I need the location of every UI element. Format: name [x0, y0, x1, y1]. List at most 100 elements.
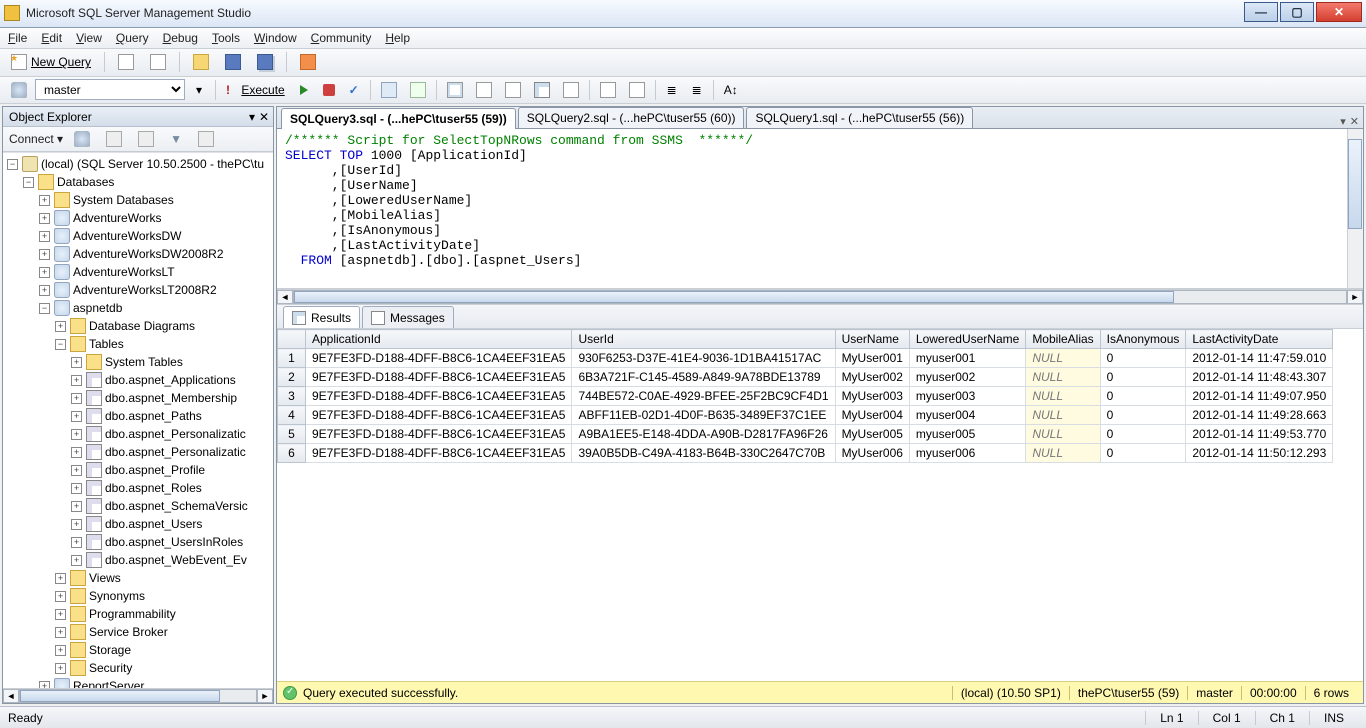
editor-vertical-scrollbar[interactable]: [1347, 129, 1363, 288]
table-row[interactable]: 39E7FE3FD-D188-4DFF-B8C6-1CA4EEF31EA5744…: [278, 387, 1333, 406]
cell[interactable]: 2012-01-14 11:49:07.950: [1186, 387, 1333, 406]
db-node[interactable]: AdventureWorksLT2008R2: [73, 283, 217, 297]
rownum-cell[interactable]: 5: [278, 425, 306, 444]
menu-view[interactable]: View: [76, 31, 102, 45]
rownum-header[interactable]: [278, 330, 306, 349]
table-node[interactable]: dbo.aspnet_Paths: [105, 409, 202, 423]
table-node[interactable]: dbo.aspnet_Personalizatic: [105, 427, 246, 441]
databases-node[interactable]: Databases: [57, 175, 114, 189]
cell[interactable]: 0: [1100, 349, 1186, 368]
execute-button[interactable]: ! Execute: [221, 79, 290, 101]
intellisense-button[interactable]: [405, 79, 431, 101]
folder-node[interactable]: Views: [89, 571, 121, 585]
folder-node[interactable]: Service Broker: [89, 625, 168, 639]
comment-button[interactable]: [595, 79, 621, 101]
oe-disconnect-button[interactable]: [101, 128, 127, 150]
cell[interactable]: NULL: [1026, 425, 1100, 444]
aspnetdb-node[interactable]: aspnetdb: [73, 301, 122, 315]
table-row[interactable]: 29E7FE3FD-D188-4DFF-B8C6-1CA4EEF31EA56B3…: [278, 368, 1333, 387]
table-node[interactable]: dbo.aspnet_UsersInRoles: [105, 535, 243, 549]
indent-less-button[interactable]: ≣: [661, 79, 683, 101]
cell[interactable]: 6B3A721F-C145-4589-A849-9A78BDE13789: [572, 368, 835, 387]
save-button[interactable]: [220, 51, 246, 73]
include-stats-button[interactable]: [471, 79, 497, 101]
cell[interactable]: myuser006: [909, 444, 1025, 463]
tab-close-button[interactable]: ✕: [1350, 115, 1359, 128]
col-loweredusername[interactable]: LoweredUserName: [909, 330, 1025, 349]
reportserver-node[interactable]: ReportServer: [73, 679, 144, 687]
scroll-left-arrow[interactable]: ◄: [3, 689, 19, 703]
menu-debug[interactable]: Debug: [163, 31, 198, 45]
cell[interactable]: 0: [1100, 387, 1186, 406]
cell[interactable]: 2012-01-14 11:50:12.293: [1186, 444, 1333, 463]
menu-edit[interactable]: Edit: [41, 31, 62, 45]
cell[interactable]: 0: [1100, 368, 1186, 387]
cell[interactable]: MyUser005: [835, 425, 909, 444]
save-all-button[interactable]: [252, 51, 278, 73]
oe-stop-button[interactable]: [133, 128, 159, 150]
server-node[interactable]: (local) (SQL Server 10.50.2500 - thePC\t…: [41, 157, 264, 171]
menu-community[interactable]: Community: [311, 31, 372, 45]
table-row[interactable]: 69E7FE3FD-D188-4DFF-B8C6-1CA4EEF31EA539A…: [278, 444, 1333, 463]
cell[interactable]: 930F6253-D37E-41E4-9036-1D1BA41517AC: [572, 349, 835, 368]
object-explorer-tree[interactable]: −(local) (SQL Server 10.50.2500 - thePC\…: [3, 152, 273, 687]
table-node[interactable]: dbo.aspnet_Membership: [105, 391, 237, 405]
cell[interactable]: NULL: [1026, 387, 1100, 406]
results-grid[interactable]: ApplicationId UserId UserName LoweredUse…: [277, 329, 1333, 463]
specify-values-button[interactable]: A↕: [719, 79, 743, 101]
oe-horizontal-scrollbar[interactable]: ◄ ►: [3, 688, 273, 704]
col-userid[interactable]: UserId: [572, 330, 835, 349]
cell[interactable]: NULL: [1026, 368, 1100, 387]
table-row[interactable]: 59E7FE3FD-D188-4DFF-B8C6-1CA4EEF31EA5A9B…: [278, 425, 1333, 444]
col-applicationid[interactable]: ApplicationId: [306, 330, 572, 349]
est-plan-button[interactable]: [376, 79, 402, 101]
tab-sqlquery2[interactable]: SQLQuery2.sql - (...hePC\tuser55 (60)): [518, 107, 745, 128]
cell[interactable]: 0: [1100, 444, 1186, 463]
cell[interactable]: 9E7FE3FD-D188-4DFF-B8C6-1CA4EEF31EA5: [306, 387, 572, 406]
system-tables-node[interactable]: System Tables: [105, 355, 183, 369]
pushpin-icon[interactable]: ▾: [249, 110, 255, 124]
rownum-cell[interactable]: 6: [278, 444, 306, 463]
cell[interactable]: myuser001: [909, 349, 1025, 368]
database-diagrams-node[interactable]: Database Diagrams: [89, 319, 195, 333]
oe-refresh2-button[interactable]: [193, 128, 219, 150]
minimize-button[interactable]: —: [1244, 2, 1278, 22]
scroll-right-arrow[interactable]: ►: [257, 689, 273, 703]
cell[interactable]: 744BE572-C0AE-4929-BFEE-25F2BC9CF4D1: [572, 387, 835, 406]
include-plan-button[interactable]: [442, 79, 468, 101]
cell[interactable]: ABFF11EB-02D1-4D0F-B635-3489EF37C1EE: [572, 406, 835, 425]
system-databases-node[interactable]: System Databases: [73, 193, 174, 207]
cell[interactable]: 2012-01-14 11:49:53.770: [1186, 425, 1333, 444]
col-username[interactable]: UserName: [835, 330, 909, 349]
cell[interactable]: MyUser002: [835, 368, 909, 387]
table-node[interactable]: dbo.aspnet_Personalizatic: [105, 445, 246, 459]
cell[interactable]: 9E7FE3FD-D188-4DFF-B8C6-1CA4EEF31EA5: [306, 406, 572, 425]
tables-node[interactable]: Tables: [89, 337, 124, 351]
cell[interactable]: NULL: [1026, 406, 1100, 425]
sql-editor[interactable]: /****** Script for SelectTopNRows comman…: [277, 129, 1363, 289]
tab-list-dropdown[interactable]: ▾: [1340, 115, 1346, 128]
cell[interactable]: 0: [1100, 406, 1186, 425]
menu-tools[interactable]: Tools: [212, 31, 240, 45]
col-isanonymous[interactable]: IsAnonymous: [1100, 330, 1186, 349]
results-text-button[interactable]: [500, 79, 526, 101]
cell[interactable]: 2012-01-14 11:47:59.010: [1186, 349, 1333, 368]
cell[interactable]: myuser005: [909, 425, 1025, 444]
scroll-thumb[interactable]: [1348, 139, 1362, 229]
table-node[interactable]: dbo.aspnet_Roles: [105, 481, 202, 495]
oe-refresh-button[interactable]: [69, 128, 95, 150]
rownum-cell[interactable]: 1: [278, 349, 306, 368]
folder-node[interactable]: Storage: [89, 643, 131, 657]
cell[interactable]: 39A0B5DB-C49A-4183-B64B-330C2647C70B: [572, 444, 835, 463]
database-combo[interactable]: master: [35, 79, 185, 100]
menu-help[interactable]: Help: [385, 31, 410, 45]
menu-query[interactable]: Query: [116, 31, 149, 45]
db-node[interactable]: AdventureWorksLT: [73, 265, 175, 279]
col-lastactivitydate[interactable]: LastActivityDate: [1186, 330, 1333, 349]
connect-button[interactable]: Connect ▾: [9, 132, 63, 146]
tab-sqlquery3[interactable]: SQLQuery3.sql - (...hePC\tuser55 (59)): [281, 108, 516, 129]
cell[interactable]: myuser002: [909, 368, 1025, 387]
cell[interactable]: 9E7FE3FD-D188-4DFF-B8C6-1CA4EEF31EA5: [306, 368, 572, 387]
editor-horizontal-scrollbar[interactable]: ◄ ►: [277, 289, 1363, 305]
cell[interactable]: 9E7FE3FD-D188-4DFF-B8C6-1CA4EEF31EA5: [306, 444, 572, 463]
